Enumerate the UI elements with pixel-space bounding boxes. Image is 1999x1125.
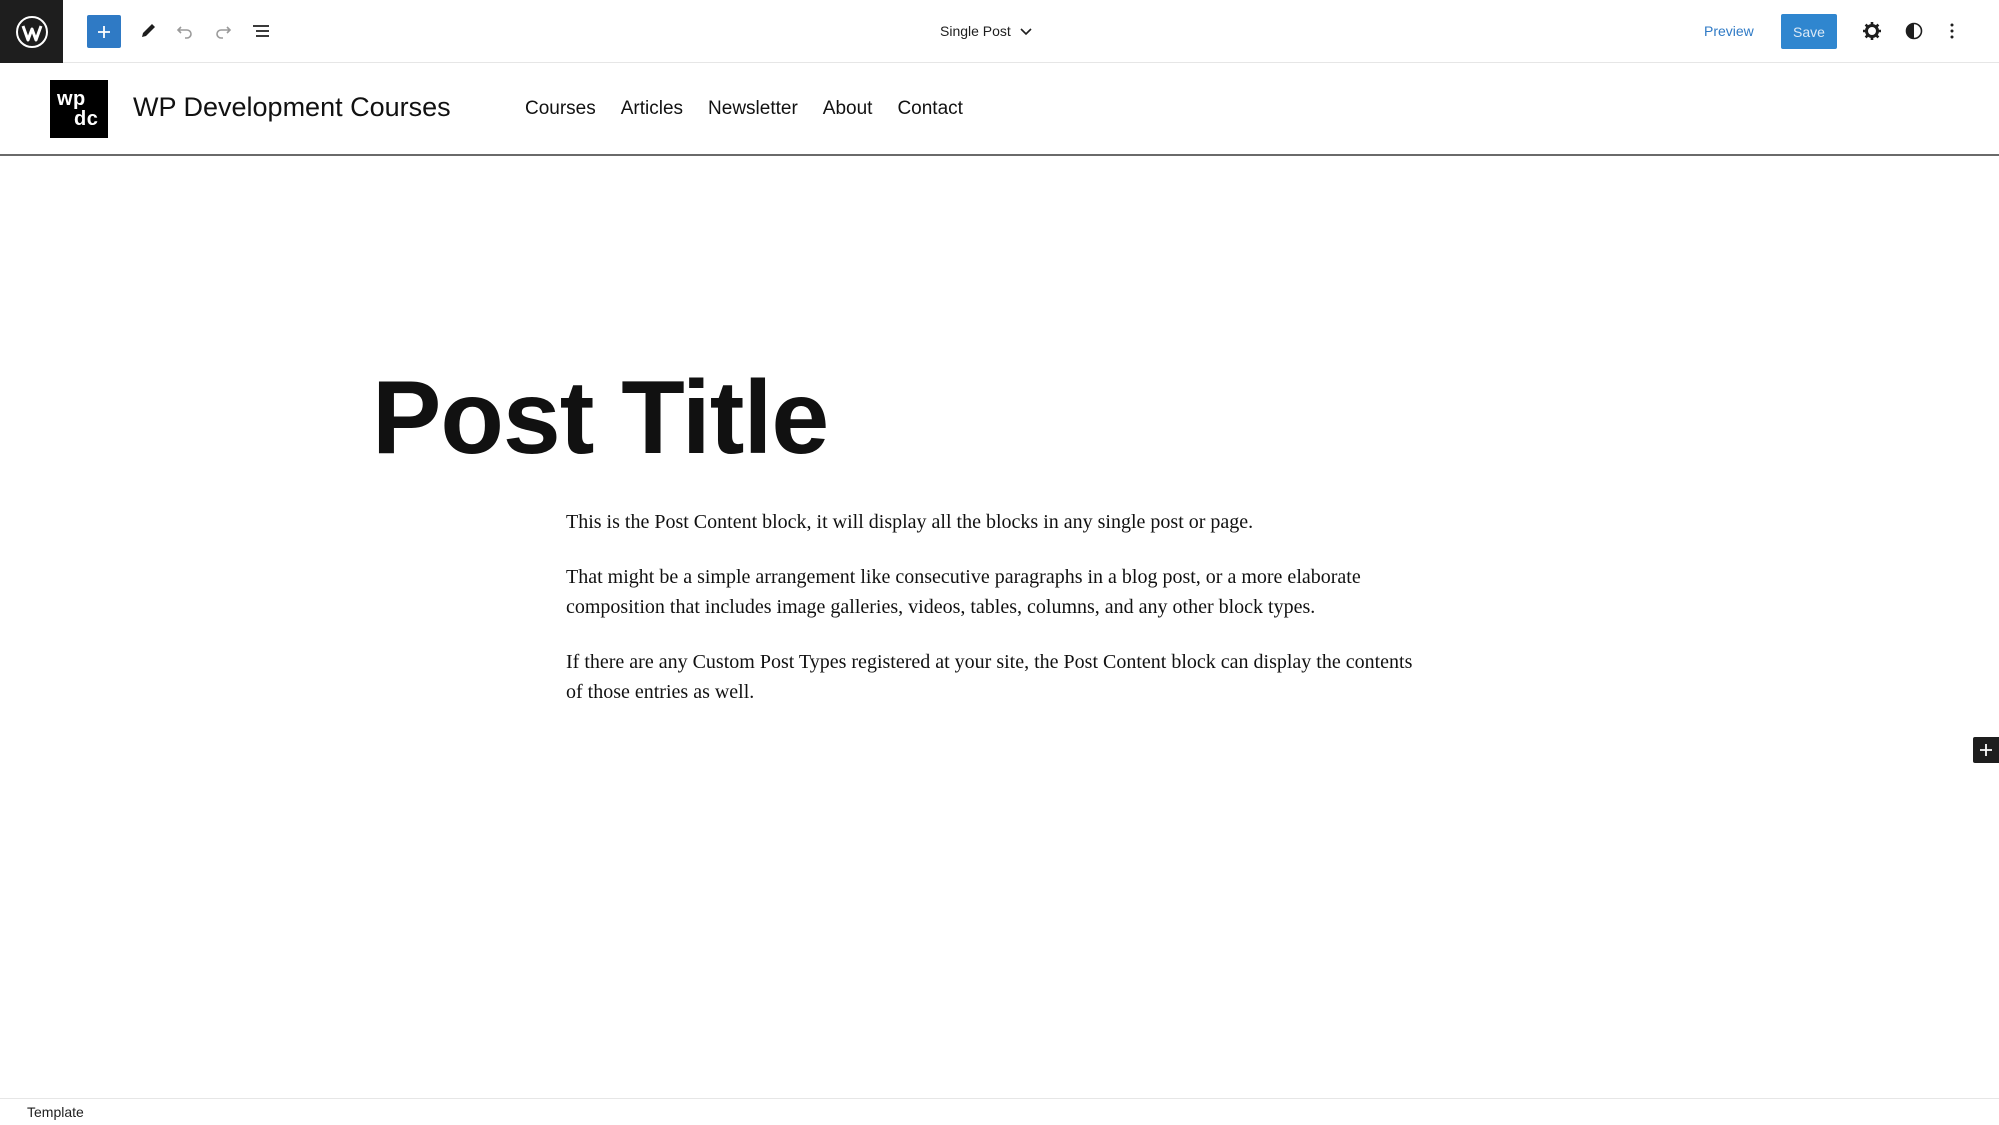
redo-button[interactable] bbox=[206, 14, 240, 48]
chevron-down-icon bbox=[1020, 28, 1032, 36]
site-title[interactable]: WP Development Courses bbox=[133, 92, 451, 123]
options-button[interactable] bbox=[1935, 14, 1969, 48]
wordpress-logo-icon[interactable] bbox=[0, 0, 63, 63]
document-title: Single Post bbox=[940, 23, 1011, 39]
plus-icon bbox=[98, 25, 110, 38]
post-title[interactable]: Post Title bbox=[372, 358, 829, 478]
undo-button[interactable] bbox=[168, 14, 202, 48]
post-paragraph[interactable]: That might be a simple arrangement like … bbox=[566, 562, 1428, 622]
undo-icon bbox=[176, 26, 192, 39]
nav-item-about[interactable]: About bbox=[823, 98, 873, 120]
redo-icon bbox=[216, 26, 232, 39]
breadcrumb-template[interactable]: Template bbox=[27, 1104, 84, 1120]
post-paragraph[interactable]: This is the Post Content block, it will … bbox=[566, 507, 1428, 537]
nav-item-contact[interactable]: Contact bbox=[897, 98, 962, 120]
site-logo-line1: wp bbox=[57, 88, 86, 110]
save-button[interactable]: Save bbox=[1781, 14, 1837, 49]
post-content-block[interactable]: This is the Post Content block, it will … bbox=[566, 507, 1428, 732]
styles-button[interactable] bbox=[1897, 14, 1931, 48]
edit-tools-button[interactable] bbox=[131, 14, 165, 48]
post-paragraph[interactable]: If there are any Custom Post Types regis… bbox=[566, 647, 1428, 707]
site-logo-line2: dc bbox=[74, 108, 99, 130]
pencil-icon bbox=[142, 24, 155, 37]
settings-button[interactable] bbox=[1855, 14, 1889, 48]
site-navigation: Courses Articles Newsletter About Contac… bbox=[525, 98, 988, 120]
nav-item-courses[interactable]: Courses bbox=[525, 98, 596, 120]
side-inserter-button[interactable] bbox=[1973, 737, 1999, 763]
site-header: wp dc WP Development Courses Courses Art… bbox=[0, 63, 1999, 156]
plus-icon bbox=[1980, 744, 1992, 756]
nav-item-articles[interactable]: Articles bbox=[621, 98, 683, 120]
preview-button[interactable]: Preview bbox=[1704, 17, 1754, 45]
list-view-icon bbox=[253, 25, 269, 37]
more-vertical-icon bbox=[1950, 23, 1954, 39]
list-view-button[interactable] bbox=[244, 14, 278, 48]
block-breadcrumb-bar: Template bbox=[0, 1098, 1999, 1125]
nav-item-newsletter[interactable]: Newsletter bbox=[708, 98, 798, 120]
editor-toolbar: Single Post Preview Save bbox=[0, 0, 1999, 63]
contrast-icon bbox=[1905, 22, 1923, 40]
add-block-button[interactable] bbox=[87, 15, 121, 48]
document-title-dropdown[interactable]: Single Post bbox=[940, 18, 1033, 44]
site-logo[interactable]: wp dc bbox=[50, 80, 108, 138]
gear-icon bbox=[1863, 22, 1881, 40]
